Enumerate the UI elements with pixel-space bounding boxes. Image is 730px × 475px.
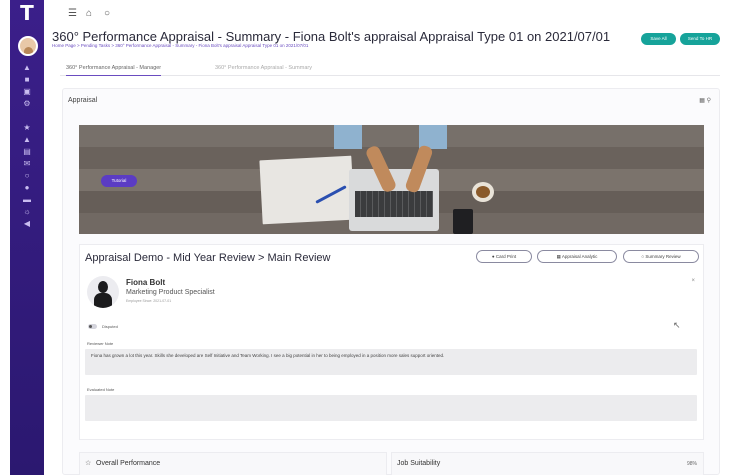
mail-icon[interactable]: ✉ [10, 158, 44, 170]
evaluated-note-field[interactable] [85, 395, 697, 421]
user-avatar[interactable] [18, 36, 38, 56]
card-print-button[interactable]: ● Card Print [476, 250, 532, 263]
sidebar: T ▲ ■ ▣ ⚙ ★ ▲ ▤ ✉ ○ ● ▬ ☼ ◀ [10, 0, 44, 475]
overall-performance-card[interactable]: ☆ Overall Performance [79, 452, 387, 475]
page-title: 360° Performance Appraisal - Summary - F… [52, 29, 611, 44]
close-icon[interactable]: × [691, 278, 695, 284]
evaluated-note-label: Evaluated Note [87, 387, 115, 392]
summary-review-button[interactable]: ○ Summary Review [623, 250, 699, 263]
reviewer-note-field[interactable]: Fiona has grown a lot this year. Skills … [85, 349, 697, 375]
phone-image [453, 209, 473, 234]
sidebar-nav: ▲ ■ ▣ ⚙ ★ ▲ ▤ ✉ ○ ● ▬ ☼ ◀ [10, 62, 44, 230]
panel-tools: ▦ ⚲ [699, 97, 711, 104]
disputed-toggle[interactable] [88, 324, 97, 329]
banner-image: Tutorial [79, 125, 704, 234]
tab-bar: 360° Performance Appraisal - Manager 360… [60, 62, 720, 76]
app-logo[interactable]: T [10, 2, 44, 24]
chart-icon[interactable]: ▲ [10, 134, 44, 146]
settings-icon[interactable]: ⚙ [10, 98, 44, 110]
home-icon[interactable]: ▲ [10, 62, 44, 74]
tab-summary[interactable]: 360° Performance Appraisal - Summary [215, 65, 312, 71]
employee-date: Employee Since: 2021-07-01 [126, 299, 172, 303]
search-icon[interactable]: ○ [10, 170, 44, 182]
wood-plank [79, 147, 704, 169]
app-window: T ▲ ■ ▣ ⚙ ★ ▲ ▤ ✉ ○ ● ▬ ☼ ◀ ☰ ⌂ ○ 360° P… [0, 0, 730, 475]
keyboard-image [355, 191, 433, 217]
tab-manager[interactable]: 360° Performance Appraisal - Manager [66, 65, 162, 76]
job-suitability-card[interactable]: Job Suitability 98% [391, 452, 704, 475]
star-icon: ☆ [85, 460, 92, 467]
breadcrumb[interactable]: Home Page > Pending Tasks > 360° Perform… [52, 43, 308, 48]
appraisal-analytic-button[interactable]: ▦ Appraisal Analytic [537, 250, 617, 263]
send-to-hr-button[interactable]: Send To HR [680, 33, 720, 45]
calendar-icon[interactable]: ▣ [10, 86, 44, 98]
summary-review-label: Summary Review [645, 254, 681, 259]
review-title: Appraisal Demo - Mid Year Review > Main … [85, 252, 331, 264]
grid-icon[interactable]: ■ [10, 74, 44, 86]
review-card: Appraisal Demo - Mid Year Review > Main … [79, 244, 704, 440]
briefcase-icon[interactable]: ▬ [10, 194, 44, 206]
job-suitability-label: Job Suitability [397, 460, 441, 467]
mouse-cursor-icon: ↖ [673, 320, 681, 330]
trophy-icon[interactable]: ★ [10, 122, 44, 134]
document-icon[interactable]: ▤ [10, 146, 44, 158]
coffee-cup-image [472, 182, 494, 202]
wood-plank [79, 125, 704, 147]
arrow-left-icon[interactable]: ◀ [10, 218, 44, 230]
save-all-button[interactable]: Save All [641, 33, 676, 45]
menu-icon[interactable]: ☰ [68, 8, 77, 19]
bell-icon[interactable]: ○ [104, 8, 110, 19]
employee-name: Fiona Bolt [126, 278, 166, 287]
top-bar: ☰ ⌂ ○ [44, 0, 730, 28]
home-icon[interactable]: ⌂ [86, 8, 92, 19]
panel-title: Appraisal [68, 97, 98, 104]
sleeve-image [334, 125, 362, 149]
user-icon[interactable]: ● [10, 182, 44, 194]
employee-avatar [87, 276, 119, 308]
search-icon[interactable]: ⚲ [707, 98, 711, 104]
laptop-image [349, 169, 439, 231]
card-print-label: Card Print [495, 254, 517, 259]
cog-icon[interactable]: ☼ [10, 206, 44, 218]
reviewer-note-label: Reviewer Note [87, 341, 114, 346]
disputed-label: Disputed [102, 324, 118, 329]
overall-performance-label: Overall Performance [96, 460, 161, 467]
print-icon[interactable]: ▦ [699, 98, 705, 104]
job-suitability-value: 98% [686, 461, 697, 467]
employee-role: Marketing Product Specialist [126, 289, 215, 296]
tutorial-button[interactable]: Tutorial [101, 175, 137, 187]
appraisal-analytic-label: Appraisal Analytic [561, 254, 598, 259]
